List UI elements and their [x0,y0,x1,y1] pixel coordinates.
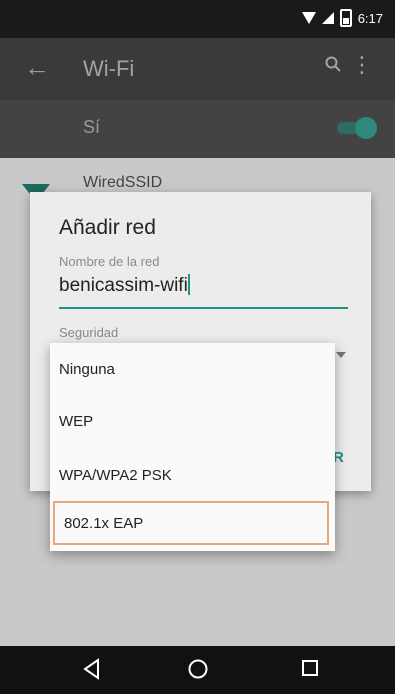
security-dropdown-menu: Ninguna WEP WPA/WPA2 PSK 802.1x EAP [50,343,335,551]
nav-back-icon[interactable] [82,658,102,680]
more-options-icon[interactable]: ⋮ [351,54,373,76]
search-icon[interactable] [325,56,341,72]
status-time: 6:17 [357,10,383,26]
dropdown-arrow-icon[interactable] [336,352,346,358]
switch-thumb [355,117,377,139]
network-ssid: WiredSSID [83,174,163,191]
security-option-eap[interactable]: 802.1x EAP [53,501,329,545]
status-bar: 6:17 [0,0,395,38]
battery-icon [339,9,352,27]
network-name-input[interactable]: benicassim-wifi [59,274,190,297]
wifi-toggle-row[interactable]: Sí [0,100,395,158]
wifi-toggle-label: Sí [83,117,101,137]
wifi-toggle-switch[interactable] [337,116,377,139]
cell-signal-icon [321,12,334,24]
security-option-none[interactable]: Ninguna [50,343,335,395]
security-label: Seguridad [59,325,119,340]
page-title: Wi-Fi [83,56,135,81]
security-option-wpa-psk[interactable]: WPA/WPA2 PSK [50,449,335,501]
network-name-label: Nombre de la red [59,254,160,269]
app-bar: ← Wi-Fi ⋮ [0,38,395,100]
security-option-wep[interactable]: WEP [50,395,335,447]
dialog-title: Añadir red [59,216,156,239]
navigation-bar [0,646,395,694]
network-name-value: benicassim-wifi [59,275,188,296]
back-arrow-icon[interactable]: ← [24,52,50,83]
wifi-signal-icon [301,12,316,24]
input-underline [59,307,348,309]
nav-home-icon[interactable] [187,658,209,680]
nav-recents-icon[interactable] [300,658,320,678]
text-cursor [187,274,190,295]
